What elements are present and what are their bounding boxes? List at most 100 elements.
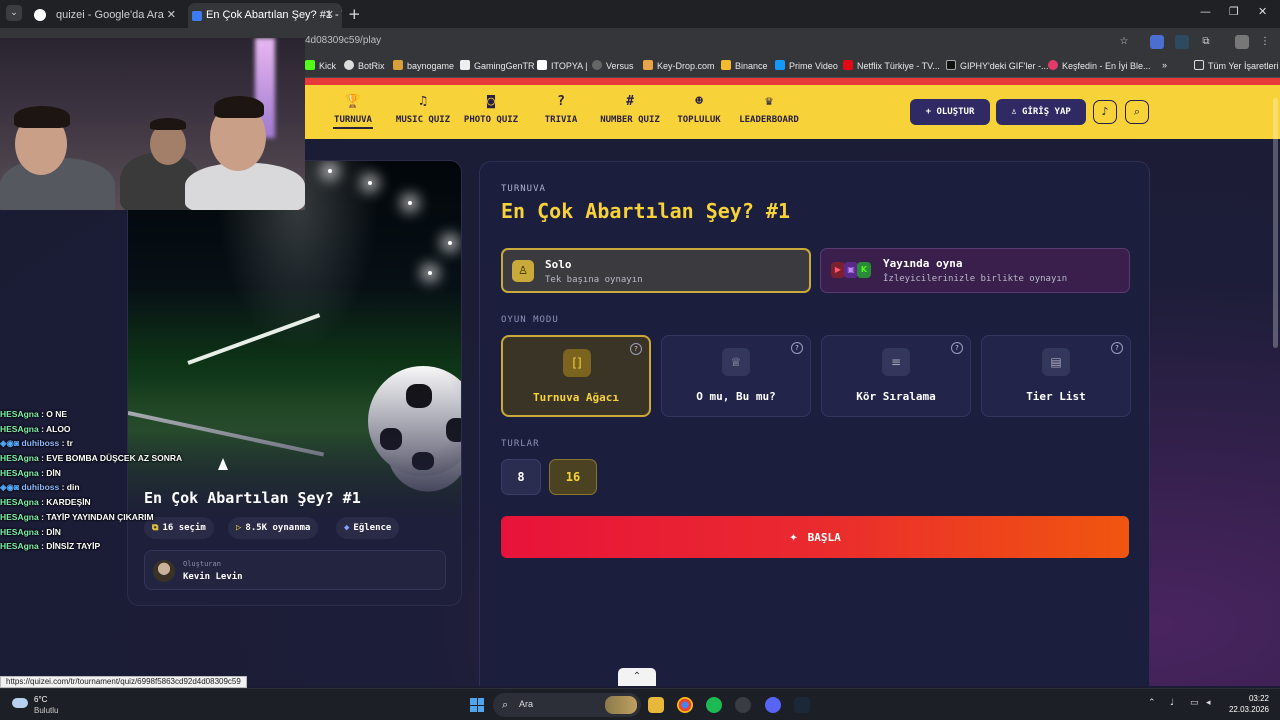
extension-translate-icon[interactable] bbox=[1150, 35, 1164, 49]
rounds-label: TURLAR bbox=[501, 439, 540, 449]
spotify-icon[interactable] bbox=[706, 697, 722, 713]
bookmark-prime-video[interactable]: Prime Video bbox=[775, 60, 838, 71]
tab-title: En Çok Abartılan Şey? #1 - Tier bbox=[206, 9, 342, 21]
close-tab-icon[interactable]: ✕ bbox=[325, 3, 334, 28]
round-option-16[interactable]: 16 bbox=[549, 459, 597, 495]
mode-blind-ranking[interactable]: ≡ ? Kör Sıralama bbox=[821, 335, 971, 417]
tier-list-icon: ▤ bbox=[1042, 348, 1070, 376]
windows-start-icon[interactable] bbox=[470, 698, 484, 712]
bookmark-giphy[interactable]: GIPHY'deki GIF'ler -... bbox=[946, 60, 1048, 71]
search-highlight-image bbox=[605, 696, 637, 714]
bookmark-versus[interactable]: Versus bbox=[592, 60, 634, 71]
nav-photo-quiz[interactable]: ◙ PHOTO QUIZ bbox=[461, 85, 521, 139]
discord-icon[interactable] bbox=[765, 697, 781, 713]
restore-icon[interactable]: ❐ bbox=[1229, 5, 1239, 18]
bookmark-botrix[interactable]: BotRix bbox=[344, 60, 385, 71]
login-button[interactable]: ♙ GİRİŞ YAP bbox=[996, 99, 1086, 125]
bookmark-baynogame[interactable]: baynogame bbox=[393, 60, 454, 71]
bookmark-kesfedin[interactable]: Keşfedin - En İyi Ble... bbox=[1048, 60, 1151, 71]
help-icon[interactable]: ? bbox=[630, 343, 642, 355]
browser-tab-strip: ⌄ quizei - Google'da Ara ✕ En Çok Abartı… bbox=[0, 0, 1280, 28]
bookmark-gaminggentr[interactable]: GamingGenTR bbox=[460, 60, 535, 71]
chat-message: ◈◉◙ duhiboss : tr bbox=[0, 438, 73, 449]
help-icon[interactable]: ? bbox=[1111, 342, 1123, 354]
bookmarks-overflow-icon[interactable]: » bbox=[1162, 60, 1167, 70]
windows-taskbar: 6°C Bulutlu ⌕ Ara ⌃ ♩ ▭ ◂ 03:22 22.03.202… bbox=[0, 688, 1280, 720]
profile-icon[interactable] bbox=[1235, 35, 1249, 49]
chat-message: HESAgna : TAYİP YAYINDAN ÇIKARIM bbox=[0, 511, 154, 522]
mode-this-or-that[interactable]: ♕ ? O mu, Bu mu? bbox=[661, 335, 811, 417]
bookmark-kick[interactable]: Kick bbox=[305, 60, 336, 71]
solo-option[interactable]: ♙ Solo Tek başına oynayın bbox=[501, 248, 811, 293]
play-settings-panel: TURNUVA En Çok Abartılan Şey? #1 ♙ Solo … bbox=[479, 161, 1150, 686]
nav-trivia[interactable]: ? TRIVIA bbox=[541, 85, 581, 139]
star-icon[interactable]: ☆ bbox=[1117, 35, 1131, 49]
taskbar-search[interactable]: ⌕ Ara bbox=[493, 693, 641, 717]
bookmark-itopya[interactable]: ITOPYA | bbox=[537, 60, 588, 71]
nav-music-quiz[interactable]: ♫ MUSIC QUIZ bbox=[393, 85, 453, 139]
nav-leaderboard[interactable]: ♛ LEADERBOARD bbox=[737, 85, 801, 139]
quizei-favicon-icon bbox=[192, 11, 202, 21]
bookmark-binance[interactable]: Binance bbox=[721, 60, 768, 71]
tab-title: quizei - Google'da Ara bbox=[56, 9, 164, 21]
creator-name: Kevin Levin bbox=[183, 572, 243, 582]
top-accent-bar bbox=[305, 78, 1280, 85]
scroll-to-top-icon[interactable]: ⌃ bbox=[618, 668, 656, 686]
close-window-icon[interactable]: ✕ bbox=[1258, 5, 1267, 18]
url-field[interactable]: 4d08309c59/play bbox=[305, 35, 381, 46]
chat-message: HESAgna : O NE bbox=[0, 409, 68, 419]
notifications-bell-icon[interactable]: ♪ bbox=[1093, 100, 1117, 124]
panel-kicker: TURNUVA bbox=[501, 184, 546, 194]
round-option-8[interactable]: 8 bbox=[501, 459, 541, 495]
bookmark-all-folder[interactable]: Tüm Yer İşaretleri bbox=[1194, 60, 1279, 71]
site-navbar: 🏆 TURNUVA ♫ MUSIC QUIZ ◙ PHOTO QUIZ ? TR… bbox=[305, 85, 1280, 139]
browser-tab-active[interactable]: En Çok Abartılan Şey? #1 - Tier ✕ bbox=[188, 3, 342, 28]
avatar bbox=[153, 560, 175, 582]
tab-search-icon[interactable]: ⌄ bbox=[6, 5, 22, 21]
mode-tier-list[interactable]: ▤ ? Tier List bbox=[981, 335, 1131, 417]
volume-icon[interactable]: ◂ bbox=[1206, 698, 1211, 708]
help-icon[interactable]: ? bbox=[791, 342, 803, 354]
stream-chat-overlay: HESAgna : O NE HESAgna : ALOO ◈◉◙ duhibo… bbox=[0, 409, 300, 556]
page-scrollbar[interactable] bbox=[1273, 98, 1278, 348]
camera-icon: ◙ bbox=[487, 94, 495, 109]
new-tab-icon[interactable]: + bbox=[348, 5, 361, 23]
page-title: En Çok Abartılan Şey? #1 bbox=[501, 199, 790, 223]
steam-icon[interactable] bbox=[794, 697, 810, 713]
bookmark-keydrop[interactable]: Key-Drop.com bbox=[643, 60, 715, 71]
question-icon: ? bbox=[557, 94, 565, 109]
creator-box[interactable]: Oluşturan Kevin Levin bbox=[144, 550, 446, 590]
badge-icon: ◈◉◙ bbox=[0, 438, 22, 449]
start-button[interactable]: ✦ BAŞLA bbox=[501, 516, 1129, 558]
close-tab-icon[interactable]: ✕ bbox=[167, 3, 176, 28]
tray-overflow-icon[interactable]: ⌃ bbox=[1148, 698, 1156, 708]
microphone-icon[interactable]: ♩ bbox=[1170, 698, 1174, 708]
search-icon[interactable]: ⌕ bbox=[1125, 100, 1149, 124]
bookmark-netflix[interactable]: Netflix Türkiye - TV... bbox=[843, 60, 940, 71]
file-explorer-icon[interactable] bbox=[648, 697, 664, 713]
nav-turnuva[interactable]: 🏆 TURNUVA bbox=[333, 85, 373, 139]
youtube-icon: ▶ bbox=[831, 262, 845, 278]
nav-topluluk[interactable]: ☻ TOPLULUK bbox=[676, 85, 722, 139]
category-chip[interactable]: ◆ Eğlence bbox=[336, 517, 400, 539]
chrome-icon[interactable] bbox=[677, 697, 693, 713]
kick-icon: K bbox=[857, 262, 871, 278]
minimize-icon[interactable]: — bbox=[1200, 5, 1211, 18]
extensions-puzzle-icon[interactable]: ⧉ bbox=[1199, 35, 1213, 49]
mouse-cursor-icon bbox=[218, 458, 228, 470]
stream-option[interactable]: ▶ ▣ K Yayında oyna İzleyicilerinizle bir… bbox=[820, 248, 1130, 293]
clock[interactable]: 03:22 22.03.2026 bbox=[1225, 693, 1269, 715]
browser-tab-google[interactable]: quizei - Google'da Ara ✕ bbox=[24, 3, 184, 28]
create-button[interactable]: + OLUŞTUR bbox=[910, 99, 990, 125]
twitch-icon: ▣ bbox=[844, 262, 858, 278]
music-icon: ♫ bbox=[419, 94, 427, 109]
menu-dots-icon[interactable]: ⋮ bbox=[1258, 35, 1272, 49]
webcam-overlay bbox=[0, 38, 305, 210]
mode-tournament-bracket[interactable]: [] ? Turnuva Ağacı bbox=[501, 335, 651, 417]
network-icon[interactable]: ▭ bbox=[1190, 698, 1199, 708]
chat-message: HESAgna : KARDEŞİN bbox=[0, 497, 91, 508]
app-icon[interactable] bbox=[735, 697, 751, 713]
extension-icon[interactable] bbox=[1175, 35, 1189, 49]
help-icon[interactable]: ? bbox=[951, 342, 963, 354]
nav-number-quiz[interactable]: # NUMBER QUIZ bbox=[598, 85, 662, 139]
